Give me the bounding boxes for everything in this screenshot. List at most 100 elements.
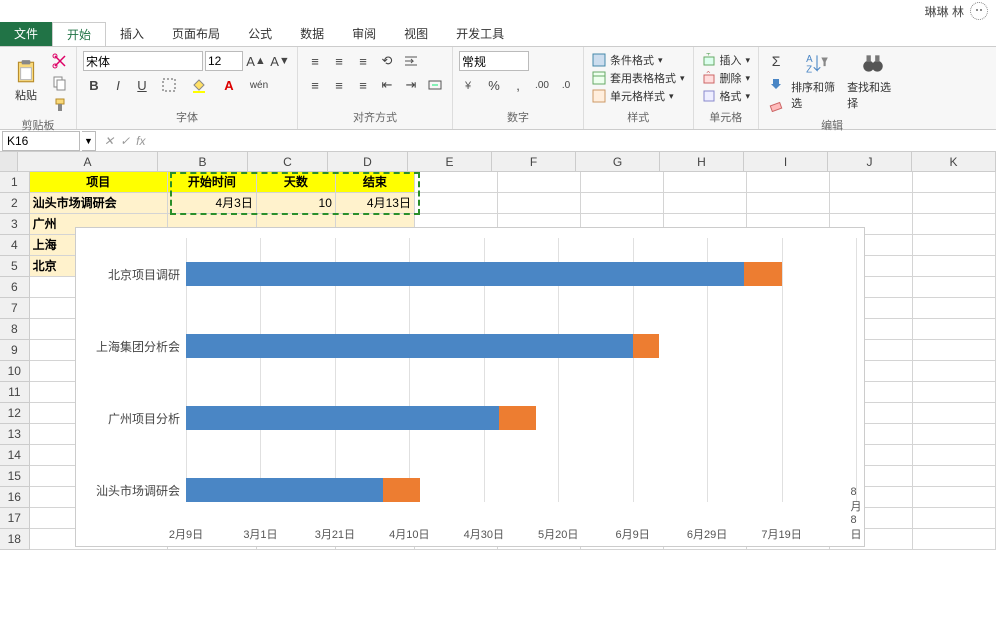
chart-bar[interactable]: 北京项目调研: [186, 262, 782, 286]
column-header[interactable]: B: [158, 152, 248, 171]
tab-home[interactable]: 开始: [52, 22, 106, 46]
cell[interactable]: 结束: [336, 172, 415, 193]
delete-cells-button[interactable]: ×删除▾: [700, 69, 753, 87]
sort-filter-button[interactable]: AZ 排序和筛选: [791, 51, 843, 111]
conditional-format-button[interactable]: 条件格式▾: [590, 51, 665, 69]
wrap-text-button[interactable]: [400, 51, 422, 71]
name-box-dropdown[interactable]: ▼: [82, 131, 96, 151]
table-format-button[interactable]: 套用表格格式▾: [590, 69, 687, 87]
cell[interactable]: 开始时间: [168, 172, 257, 193]
cell[interactable]: [498, 193, 581, 214]
cell[interactable]: [913, 277, 996, 298]
cell[interactable]: [913, 340, 996, 361]
chart[interactable]: 2月9日3月1日3月21日4月10日4月30日5月20日6月9日6月29日7月1…: [75, 227, 865, 547]
row-header[interactable]: 1: [0, 172, 30, 193]
autosum-button[interactable]: Σ: [765, 51, 787, 71]
increase-decimal-button[interactable]: .00: [531, 75, 553, 95]
decrease-font-button[interactable]: A▼: [269, 51, 291, 71]
find-select-button[interactable]: 查找和选择: [847, 51, 899, 111]
column-header[interactable]: C: [248, 152, 328, 171]
bold-button[interactable]: B: [83, 75, 105, 95]
tab-layout[interactable]: 页面布局: [158, 22, 234, 46]
cancel-formula-button[interactable]: ✕: [104, 134, 114, 148]
column-header[interactable]: H: [660, 152, 744, 171]
row-header[interactable]: 10: [0, 361, 30, 382]
cell[interactable]: [581, 172, 664, 193]
cell[interactable]: [913, 424, 996, 445]
cell[interactable]: 4月3日: [168, 193, 257, 214]
cell[interactable]: [913, 466, 996, 487]
cell-styles-button[interactable]: 单元格样式▾: [590, 87, 676, 105]
orientation-button[interactable]: ⟲: [376, 51, 398, 71]
select-all-corner[interactable]: [0, 152, 18, 171]
column-header[interactable]: K: [912, 152, 996, 171]
cell[interactable]: [664, 172, 747, 193]
merge-button[interactable]: [424, 75, 446, 95]
copy-button[interactable]: [50, 73, 70, 93]
decrease-indent-button[interactable]: ⇤: [376, 75, 398, 95]
align-bottom-button[interactable]: ≡: [352, 51, 374, 71]
cell[interactable]: [913, 487, 996, 508]
border-button[interactable]: [155, 75, 183, 95]
font-color-button[interactable]: A: [215, 75, 243, 95]
chart-bar[interactable]: 汕头市场调研会: [186, 478, 420, 502]
chart-bar[interactable]: 广州项目分析: [186, 406, 536, 430]
row-header[interactable]: 7: [0, 298, 30, 319]
font-size-select[interactable]: [205, 51, 243, 71]
row-header[interactable]: 8: [0, 319, 30, 340]
cut-button[interactable]: [50, 51, 70, 71]
cell[interactable]: [913, 193, 996, 214]
comma-button[interactable]: ,: [507, 75, 529, 95]
cell[interactable]: [415, 172, 498, 193]
cell[interactable]: [747, 172, 830, 193]
cell[interactable]: [830, 193, 913, 214]
chart-bar[interactable]: 上海集团分析会: [186, 334, 659, 358]
fx-button[interactable]: fx: [136, 134, 145, 148]
cell[interactable]: [913, 256, 996, 277]
row-header[interactable]: 9: [0, 340, 30, 361]
row-header[interactable]: 18: [0, 529, 30, 550]
column-header[interactable]: J: [828, 152, 912, 171]
align-top-button[interactable]: ≡: [304, 51, 326, 71]
cell[interactable]: [830, 172, 913, 193]
align-left-button[interactable]: ≡: [304, 75, 326, 95]
enter-formula-button[interactable]: ✓: [120, 134, 130, 148]
tab-data[interactable]: 数据: [286, 22, 338, 46]
increase-indent-button[interactable]: ⇥: [400, 75, 422, 95]
align-center-button[interactable]: ≡: [328, 75, 350, 95]
tab-review[interactable]: 审阅: [338, 22, 390, 46]
row-header[interactable]: 3: [0, 214, 30, 235]
row-header[interactable]: 15: [0, 466, 30, 487]
fill-color-button[interactable]: [185, 75, 213, 95]
row-header[interactable]: 14: [0, 445, 30, 466]
row-header[interactable]: 16: [0, 487, 30, 508]
cell[interactable]: [913, 172, 996, 193]
cell[interactable]: [913, 235, 996, 256]
formula-input[interactable]: [153, 131, 996, 151]
cell[interactable]: [913, 382, 996, 403]
tab-view[interactable]: 视图: [390, 22, 442, 46]
tab-insert[interactable]: 插入: [106, 22, 158, 46]
paste-button[interactable]: 粘贴: [6, 51, 46, 111]
cell[interactable]: 项目: [30, 172, 168, 193]
align-middle-button[interactable]: ≡: [328, 51, 350, 71]
cell[interactable]: [913, 445, 996, 466]
cell[interactable]: [913, 214, 996, 235]
align-right-button[interactable]: ≡: [352, 75, 374, 95]
underline-button[interactable]: U: [131, 75, 153, 95]
avatar-icon[interactable]: [970, 2, 988, 20]
insert-cells-button[interactable]: +插入▾: [700, 51, 753, 69]
fill-button[interactable]: [765, 73, 787, 93]
cell[interactable]: [913, 403, 996, 424]
decrease-decimal-button[interactable]: .0: [555, 75, 577, 95]
cell[interactable]: 天数: [257, 172, 336, 193]
cell[interactable]: [913, 529, 996, 550]
number-format-select[interactable]: [459, 51, 529, 71]
row-header[interactable]: 5: [0, 256, 30, 277]
cell[interactable]: 汕头市场调研会: [30, 193, 168, 214]
tab-formulas[interactable]: 公式: [234, 22, 286, 46]
cell[interactable]: [747, 193, 830, 214]
cell[interactable]: [913, 508, 996, 529]
row-header[interactable]: 17: [0, 508, 30, 529]
percent-button[interactable]: %: [483, 75, 505, 95]
